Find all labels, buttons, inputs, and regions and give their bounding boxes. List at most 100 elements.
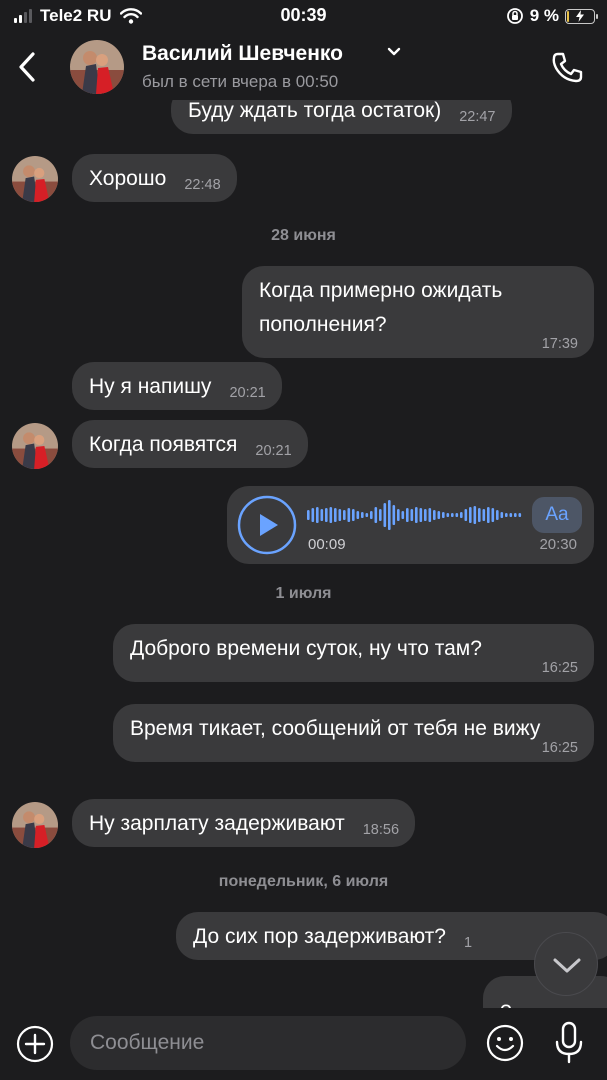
play-icon[interactable] [237,495,297,555]
waveform-bar [469,507,472,523]
waveform-bar [482,509,486,521]
message-bubble-incoming[interactable]: Хорошо 22:48 [72,154,237,202]
waveform-bar [352,509,355,521]
mic-icon[interactable] [550,1020,588,1066]
contact-last-seen: был в сети вчера в 00:50 [142,72,339,91]
waveform-bar [437,511,441,519]
waveform-bar [397,509,400,521]
message-text: Когда появятся [89,433,238,456]
waveform-bar [392,505,396,525]
message-time: 20:21 [255,443,292,459]
status-bar: Tele2 RU 00:39 9 % [0,0,607,32]
message-bubble-outgoing[interactable]: Когда примерно ожидать пополнения? 17:39 [242,266,594,358]
voice-duration: 00:09 [308,536,346,553]
waveform-bar [325,508,328,522]
message-text: Время тикает, сообщений от тебя не вижу [130,717,541,740]
waveform-bar [464,509,468,521]
waveform-bar [442,512,445,518]
waveform-bar [406,508,409,522]
waveform-bar [518,513,522,517]
message-bubble-incoming[interactable]: Ну зарплату задерживают 18:56 [72,799,416,847]
message-text: Ну зарплату задерживают [89,812,345,835]
waveform-bar [311,508,315,522]
waveform-bar [329,507,333,523]
message-time: 20:30 [539,536,577,553]
message-text: Хорошо [89,167,167,190]
scroll-down-button[interactable] [534,932,598,996]
waveform-bar [473,506,477,524]
waveform-bar [401,511,405,519]
message-text: Буду ждать тогда остаток) [188,100,442,122]
waveform-bar [334,508,337,522]
orientation-lock-icon [506,8,523,24]
waveform-bar [428,508,432,522]
waveform-bar [455,513,459,517]
message-list[interactable]: Буду ждать тогда остаток) 22:47 Хорошо 2… [0,100,607,1008]
waveform-bar [343,510,346,520]
waveform-bar [415,507,418,523]
attach-icon[interactable] [15,1024,55,1064]
waveform-bar [356,511,360,519]
message-bubble-incoming[interactable]: Буду ждать тогда остаток) 22:47 [171,100,512,134]
waveform-bar [514,513,517,517]
sender-avatar[interactable] [12,423,58,469]
waveform-bar [505,513,508,517]
status-right: 9 % [506,6,598,26]
waveform-bar [370,511,373,519]
voice-waveform[interactable] [307,500,523,530]
composer-bar [0,1008,607,1080]
waveform-bar [383,503,387,527]
message-text: Ну я напишу [89,375,212,398]
date-separator: понедельник, 6 июля [218,873,389,890]
message-time: 1 [463,935,473,951]
message-bubble-outgoing[interactable]: Время тикает, сообщений от тебя не вижу … [113,704,594,762]
sender-avatar[interactable] [12,802,58,848]
sender-avatar[interactable] [12,156,58,202]
waveform-bar [379,509,382,521]
message-time: 18:56 [362,822,400,838]
waveform-bar [487,507,490,523]
waveform-bar [451,513,454,517]
message-text: Когда примерно ожидать пополнения? [259,279,503,336]
message-bubble-incoming[interactable]: Ну я напишу 20:21 [72,362,282,410]
waveform-bar [320,509,324,521]
message-time: 20:21 [229,385,266,401]
battery-icon [565,8,598,24]
waveform-bar [374,507,378,523]
back-chevron-icon[interactable] [14,50,42,84]
message-time: 22:48 [184,177,221,193]
waveform-bar [446,513,450,517]
waveform-bar [419,508,423,522]
chevron-down-icon[interactable] [386,46,402,58]
waveform-bar [460,512,463,518]
date-separator: 1 июля [275,585,332,602]
waveform-bar [424,509,427,521]
waveform-bar [365,513,369,517]
waveform-bar [307,510,310,520]
waveform-bar [509,513,513,517]
message-bubble-incoming[interactable]: Когда появятся 20:21 [72,420,308,468]
contact-avatar[interactable] [70,40,124,94]
phone-icon[interactable] [549,50,585,86]
date-separator: 28 июня [271,227,336,244]
message-text: До сих пор задерживают? [193,925,446,948]
battery-percent: 9 % [529,6,559,25]
message-text: ? [500,996,512,1008]
waveform-bar [347,508,351,522]
waveform-bar [491,508,495,522]
waveform-bar [316,507,319,523]
contact-name[interactable]: Василий Шевченко [142,42,343,66]
sticker-icon[interactable] [485,1023,525,1063]
chevron-down-icon [553,958,581,973]
waveform-bar [388,500,391,530]
waveform-bar [500,512,504,518]
waveform-bar [361,512,364,518]
message-bubble-outgoing[interactable]: Доброго времени суток, ну что там? 16:25 [113,624,594,682]
message-time: 22:47 [459,109,496,125]
message-input[interactable] [70,1016,466,1070]
chat-header: Василий Шевченко был в сети вчера в 00:5… [0,32,607,106]
voice-message[interactable]: Aa 00:09 20:30 [227,486,594,564]
waveform-bar [410,509,414,521]
transcribe-button[interactable]: Aa [532,497,582,533]
waveform-bar [433,510,436,520]
